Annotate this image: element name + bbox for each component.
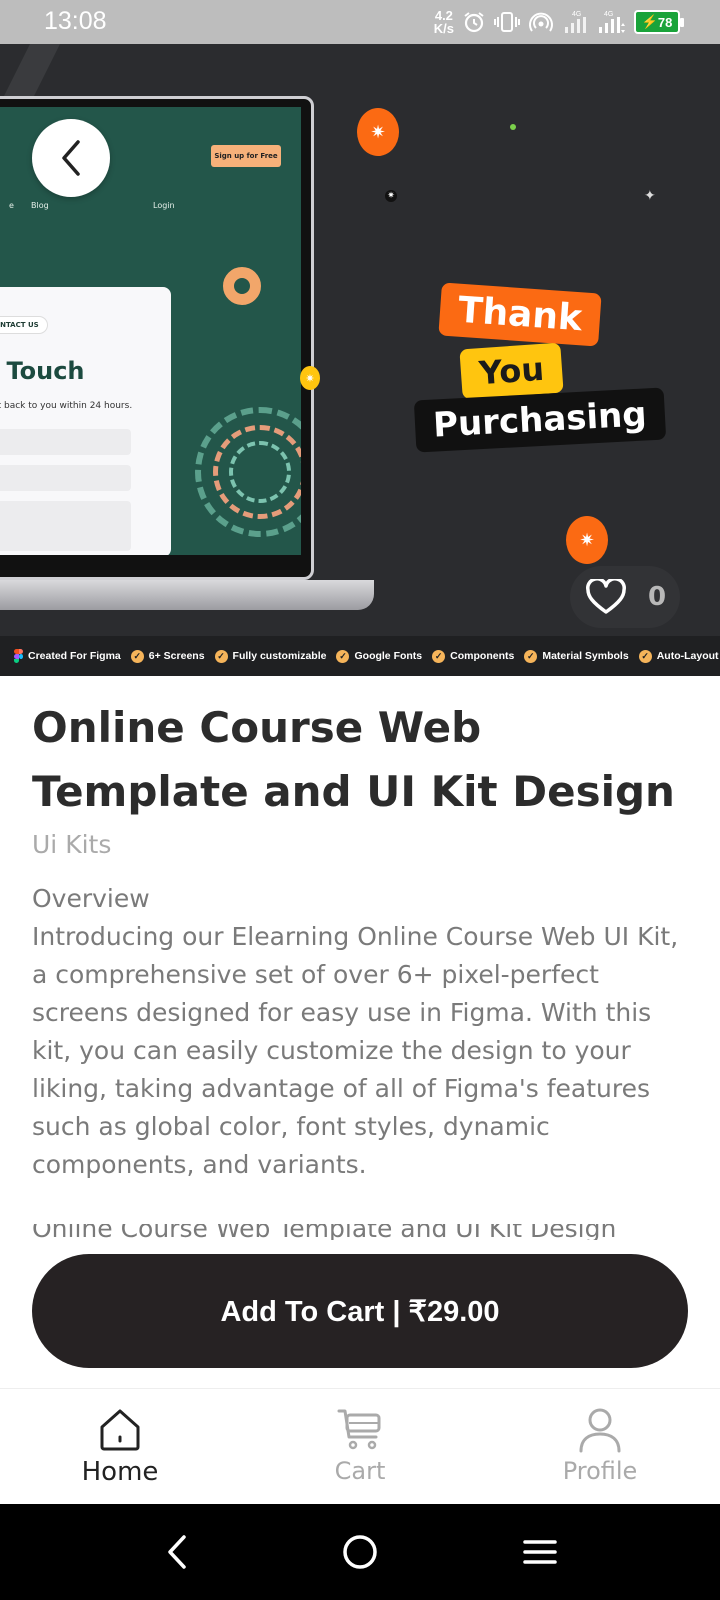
svg-text:4G: 4G — [604, 11, 613, 18]
feature-strip: Created For Figma ✓ 6+ Screens ✓ Fully cus… — [0, 636, 720, 676]
home-icon — [100, 1409, 140, 1451]
heart-icon[interactable] — [586, 579, 626, 615]
product-category: Ui Kits — [32, 830, 112, 859]
mock-signup-button: Sign up for Free — [211, 145, 281, 167]
menu-icon — [523, 1540, 557, 1564]
product-hero-image: e Blog Login Sign up for Free CONTACT US… — [0, 44, 720, 636]
sparkle-icon: ✷ — [385, 190, 397, 202]
battery-charging-icon: ⚡ 78 — [634, 10, 684, 34]
status-icons: 4.2 K/s 4G 4G ⚡ 78 — [433, 8, 684, 36]
add-to-cart-button[interactable]: Add To Cart | ₹29.00 — [32, 1254, 688, 1368]
purchasing-tag: Purchasing — [413, 387, 666, 453]
system-home-button[interactable] — [338, 1530, 382, 1574]
donut-illustration — [223, 267, 261, 305]
check-icon: ✓ — [638, 649, 652, 663]
nav-item-cart[interactable]: Cart — [240, 1389, 480, 1505]
mock-input — [0, 465, 131, 491]
back-button[interactable] — [32, 119, 110, 197]
check-icon: ✓ — [130, 649, 144, 663]
hotspot-icon — [529, 12, 553, 32]
home-circle-icon — [343, 1535, 377, 1569]
back-icon — [168, 1535, 186, 1569]
mock-nav-link: Blog — [31, 201, 49, 210]
thank-tag: Thank — [438, 282, 602, 347]
mock-nav-link: Login — [153, 201, 175, 210]
system-navigation-bar — [0, 1504, 720, 1600]
product-description-continued: Online Course Web Template and UI Kit De… — [32, 1224, 617, 1240]
sparkle-icon: ✷ — [566, 516, 608, 564]
like-count: 0 — [648, 582, 667, 612]
feature-item: ✓ Fully customizable — [214, 649, 326, 663]
check-icon: ✓ — [336, 649, 350, 663]
laptop-base — [0, 580, 374, 610]
status-bar: 13:08 4.2 K/s 4G 4G ⚡ 78 — [0, 0, 720, 44]
status-time: 13:08 — [44, 7, 107, 35]
check-icon: ✓ — [524, 649, 538, 663]
nav-item-profile[interactable]: Profile — [480, 1389, 720, 1505]
mock-input — [0, 429, 131, 455]
mock-heading: n Touch — [0, 357, 85, 385]
signal-4g-icon: 4G — [565, 11, 586, 33]
vibrate-icon — [494, 12, 520, 32]
dot-decoration — [510, 124, 516, 130]
you-tag: You — [459, 342, 564, 400]
signal-4g-icon: 4G — [599, 11, 625, 33]
overview-label: Overview — [32, 884, 150, 913]
mock-contact-pill: CONTACT US — [0, 317, 47, 333]
cart-icon — [337, 1409, 381, 1450]
feature-item: ✓ Components — [432, 649, 514, 663]
system-menu-button[interactable] — [518, 1530, 562, 1574]
svg-text:4G: 4G — [572, 11, 581, 18]
sparkle-icon: ✷ — [357, 108, 399, 156]
product-description: Introducing our Elearning Online Course … — [32, 922, 679, 1179]
feature-item: ✓ 6+ Screens — [130, 649, 205, 663]
system-back-button[interactable] — [156, 1530, 200, 1574]
sparkle-icon: ✷ — [300, 366, 320, 390]
nav-item-home[interactable]: Home — [0, 1389, 240, 1505]
cart-button-container: Add To Cart | ₹29.00 — [0, 1240, 720, 1388]
feature-item: Created For Figma — [14, 649, 121, 663]
feature-item: ✓ Auto-Layout — [638, 649, 719, 663]
product-title: Online Course Web Template and UI Kit De… — [32, 703, 675, 816]
decorative-stripe — [0, 44, 60, 104]
mock-contact-card: CONTACT US n Touch l get back to you wit… — [0, 287, 171, 555]
nav-label-cart: Cart — [334, 1457, 386, 1485]
star-icon: ✦ — [644, 188, 656, 204]
figma-icon — [14, 649, 23, 663]
profile-icon — [579, 1408, 621, 1453]
check-icon: ✓ — [432, 649, 446, 663]
mock-textarea — [0, 501, 131, 551]
mock-nav-link: e — [9, 201, 14, 210]
nav-label-profile: Profile — [562, 1457, 638, 1485]
feature-item: ✓ Material Symbols — [524, 649, 629, 663]
bottom-navigation: Home Cart Profile — [0, 1388, 720, 1504]
feature-item: ✓ Google Fonts — [336, 649, 422, 663]
alarm-icon — [464, 12, 484, 33]
network-speed: 4.2 K/s — [433, 8, 454, 36]
like-widget: 0 — [570, 566, 680, 628]
chevron-left-icon — [62, 140, 80, 176]
rings-illustration — [195, 407, 301, 537]
mock-subtext: l get back to you within 24 hours. — [0, 401, 133, 411]
check-icon: ✓ — [214, 649, 228, 663]
nav-label-home: Home — [81, 1457, 159, 1487]
